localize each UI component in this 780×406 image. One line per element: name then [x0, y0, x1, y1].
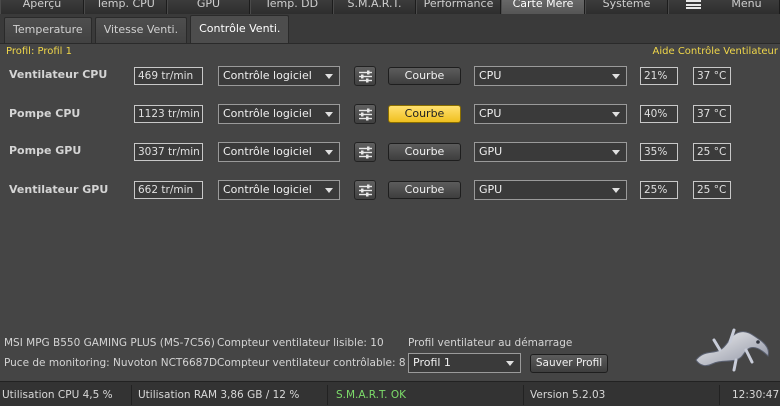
rpm-readout: 662 tr/min	[134, 181, 203, 199]
tab-controle-venti[interactable]: Contrôle Venti.	[190, 15, 290, 43]
mode-value: Contrôle logiciel	[223, 69, 312, 82]
tab-systeme[interactable]: Système	[585, 0, 668, 14]
percent-readout: 25%	[640, 181, 678, 199]
settings-button[interactable]	[354, 104, 376, 124]
chevron-down-icon	[506, 361, 514, 366]
main-tab-bar: Aperçu Temp. CPU GPU Temp. DD S.M.A.R.T.…	[0, 0, 780, 14]
tab-carte-mere[interactable]: Carte Mère	[501, 0, 585, 14]
temp-readout: 37 °C	[693, 67, 731, 85]
fan-name: Pompe CPU	[9, 107, 81, 120]
chevron-down-icon	[612, 112, 620, 117]
tab-vitesse-venti[interactable]: Vitesse Venti.	[94, 17, 188, 43]
tab-gpu[interactable]: GPU	[167, 0, 250, 14]
settings-button[interactable]	[354, 142, 376, 162]
fan-name: Pompe GPU	[9, 144, 82, 157]
fan-count-controllable: Compteur ventilateur contrôlable: 8	[217, 357, 406, 369]
help-link[interactable]: Aide Contrôle Ventilateur	[653, 46, 778, 57]
tab-temp-cpu[interactable]: Temp. CPU	[84, 0, 167, 14]
chevron-down-icon	[325, 74, 333, 79]
mode-select[interactable]: Contrôle logiciel	[218, 180, 340, 200]
percent-readout: 40%	[640, 105, 678, 123]
source-select[interactable]: GPU	[474, 142, 627, 162]
mode-select[interactable]: Contrôle logiciel	[218, 66, 340, 86]
source-value: CPU	[479, 69, 502, 82]
settings-button[interactable]	[354, 180, 376, 200]
fan-row: Pompe CPU 1123 tr/min Contrôle logiciel …	[0, 104, 780, 126]
mode-value: Contrôle logiciel	[223, 107, 312, 120]
tab-smart[interactable]: S.M.A.R.T.	[333, 0, 416, 14]
status-bar: Utilisation CPU 4,5 % Utilisation RAM 3,…	[0, 381, 780, 406]
tab-temp-dd[interactable]: Temp. DD	[250, 0, 333, 14]
tab-temperature[interactable]: Temperature	[4, 17, 92, 43]
menu-button[interactable]: Menu	[668, 0, 780, 14]
percent-readout: 21%	[640, 67, 678, 85]
curve-button[interactable]: Courbe	[388, 67, 461, 85]
sliders-icon	[359, 184, 372, 197]
curve-button[interactable]: Courbe	[388, 143, 461, 161]
temp-readout: 37 °C	[693, 105, 731, 123]
fan-name: Ventilateur GPU	[9, 183, 109, 196]
startup-profile-select[interactable]: Profil 1	[408, 353, 521, 373]
source-value: GPU	[479, 183, 503, 196]
sub-tab-bar: Temperature Vitesse Venti. Contrôle Vent…	[0, 14, 780, 44]
sliders-icon	[359, 108, 372, 121]
temp-readout: 25 °C	[693, 181, 731, 199]
chevron-down-icon	[325, 188, 333, 193]
mode-value: Contrôle logiciel	[223, 145, 312, 158]
fan-count-readable: Compteur ventilateur lisible: 10	[217, 337, 384, 349]
sliders-icon	[359, 70, 372, 83]
temp-readout: 25 °C	[693, 143, 731, 161]
tab-performance[interactable]: Performance	[416, 0, 501, 14]
fan-row: Pompe GPU 3037 tr/min Contrôle logiciel …	[0, 142, 780, 164]
cpu-usage: Utilisation CPU 4,5 %	[0, 385, 132, 405]
clock: 12:30:47	[732, 389, 780, 401]
rpm-readout: 3037 tr/min	[134, 143, 203, 161]
chip-info: Puce de monitoring: Nuvoton NCT6687D	[4, 357, 218, 369]
chevron-down-icon	[325, 150, 333, 155]
mode-select[interactable]: Contrôle logiciel	[218, 142, 340, 162]
chevron-down-icon	[612, 74, 620, 79]
source-value: GPU	[479, 145, 503, 158]
curve-button[interactable]: Courbe	[388, 181, 461, 199]
board-info: MSI MPG B550 GAMING PLUS (MS-7C56)	[4, 337, 215, 349]
profile-label: Profil: Profil 1	[6, 46, 72, 57]
source-select[interactable]: CPU	[474, 104, 627, 124]
settings-button[interactable]	[354, 66, 376, 86]
source-value: CPU	[479, 107, 502, 120]
percent-readout: 35%	[640, 143, 678, 161]
save-profile-button[interactable]: Sauver Profil	[530, 354, 608, 373]
rpm-readout: 469 tr/min	[134, 67, 203, 85]
chevron-down-icon	[612, 188, 620, 193]
rpm-readout: 1123 tr/min	[134, 105, 203, 123]
mode-select[interactable]: Contrôle logiciel	[218, 104, 340, 124]
tab-apercu[interactable]: Aperçu	[0, 0, 84, 14]
startup-profile-value: Profil 1	[413, 356, 451, 369]
curve-button[interactable]: Courbe	[388, 105, 461, 123]
sliders-icon	[359, 146, 372, 159]
smart-status: S.M.A.R.T. OK	[334, 385, 524, 405]
fan-name: Ventilateur CPU	[9, 68, 108, 81]
source-select[interactable]: CPU	[474, 66, 627, 86]
fan-row: Ventilateur GPU 662 tr/min Contrôle logi…	[0, 180, 780, 202]
salamander-logo	[695, 328, 769, 372]
version-label: Version 5.2.03	[528, 385, 720, 405]
menu-label: Menu	[731, 0, 762, 10]
chevron-down-icon	[325, 112, 333, 117]
hamburger-icon	[686, 0, 702, 9]
chevron-down-icon	[612, 150, 620, 155]
source-select[interactable]: GPU	[474, 180, 627, 200]
startup-profile-label: Profil ventilateur au démarrage	[408, 337, 573, 349]
ram-usage: Utilisation RAM 3,86 GB / 12 %	[136, 385, 328, 405]
mode-value: Contrôle logiciel	[223, 183, 312, 196]
fan-row: Ventilateur CPU 469 tr/min Contrôle logi…	[0, 66, 780, 88]
